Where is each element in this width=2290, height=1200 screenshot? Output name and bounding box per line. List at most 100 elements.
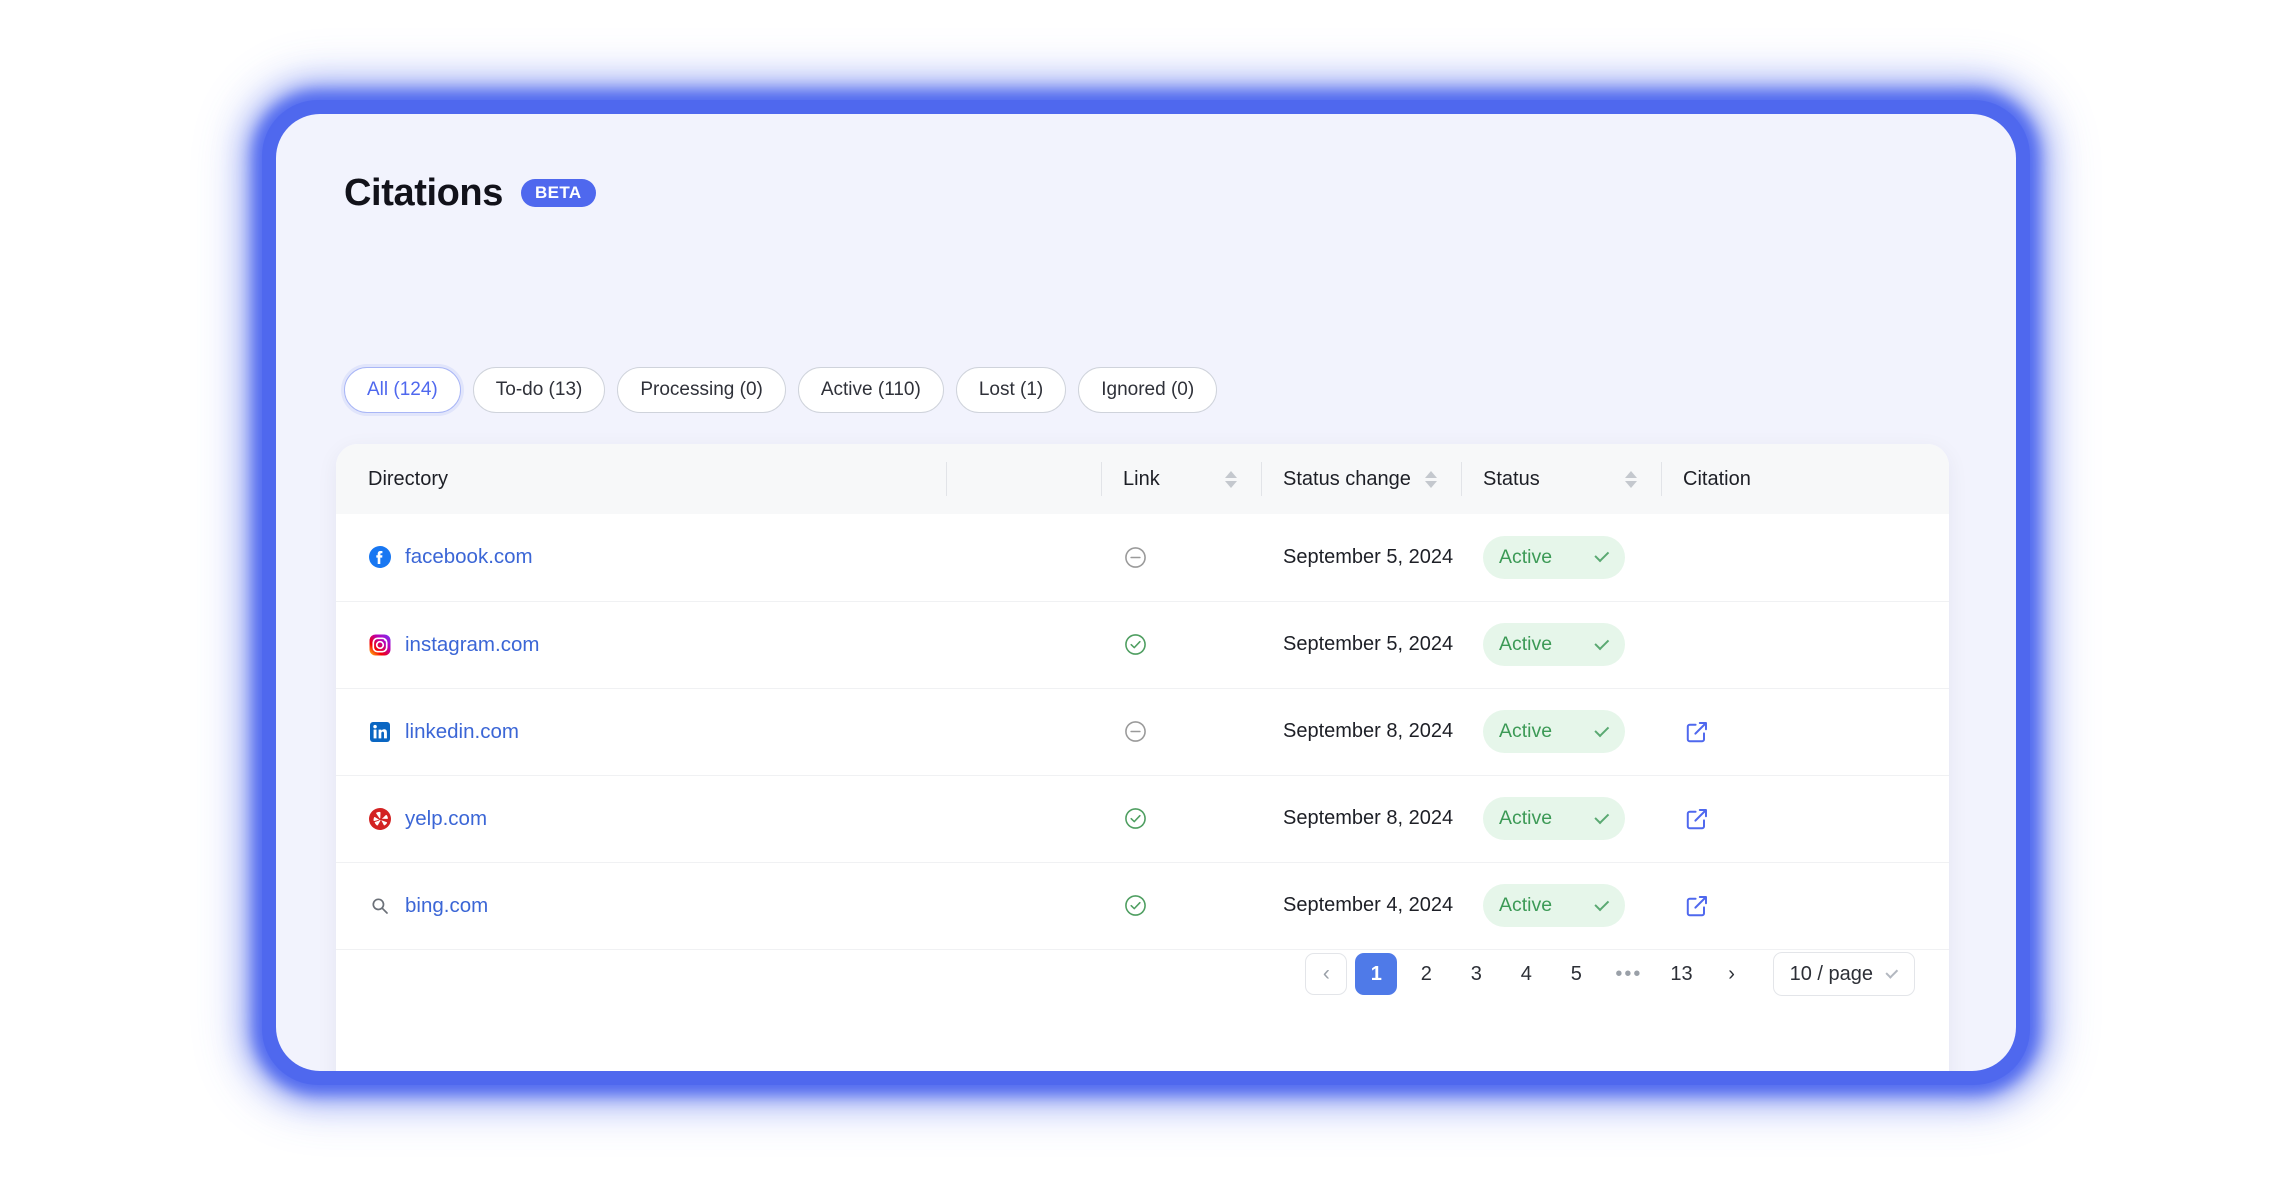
- column-header-citation: Citation: [1661, 444, 1949, 514]
- status-label: Active: [1499, 545, 1553, 568]
- directory-link[interactable]: yelp.com: [405, 807, 487, 831]
- external-link-icon[interactable]: [1683, 892, 1711, 920]
- beta-badge: BETA: [520, 179, 596, 207]
- directory-link[interactable]: instagram.com: [405, 633, 539, 657]
- column-label-link: Link: [1123, 467, 1160, 490]
- cell-citation: [1661, 514, 1949, 601]
- page-header: Citations BETA: [344, 174, 596, 212]
- pagination: ‹ 1 2 3 4 5 ••• 13 › 10 / page: [1305, 952, 1915, 996]
- cell-citation: [1661, 688, 1949, 775]
- cell-directory: instagram.com: [336, 601, 946, 688]
- cell-status-change: September 8, 2024: [1261, 775, 1461, 862]
- cell-spacer: [946, 514, 1101, 601]
- filter-chip-all[interactable]: All (124): [344, 367, 461, 413]
- pagination-page-4[interactable]: 4: [1505, 953, 1547, 995]
- column-label-citation: Citation: [1683, 467, 1751, 490]
- cell-status: Active: [1461, 688, 1661, 775]
- column-header-spacer: [946, 444, 1101, 514]
- cell-link-status: [1101, 862, 1261, 949]
- check-circle-icon: [1125, 808, 1146, 829]
- status-select[interactable]: Active: [1483, 797, 1625, 840]
- cell-link-status: [1101, 688, 1261, 775]
- column-label-directory: Directory: [368, 467, 449, 490]
- filter-chip-lost[interactable]: Lost (1): [955, 367, 1067, 413]
- table-header-row: Directory Link Status change Status Cita…: [336, 444, 1949, 514]
- column-header-status-change[interactable]: Status change: [1261, 444, 1461, 514]
- external-link-icon[interactable]: [1683, 718, 1711, 746]
- chevron-down-icon: [1594, 547, 1610, 563]
- filter-chip-processing[interactable]: Processing (0): [617, 367, 786, 413]
- cell-directory: facebook.com: [336, 514, 946, 601]
- pagination-page-1[interactable]: 1: [1355, 953, 1398, 995]
- page-title: Citations: [344, 172, 503, 214]
- linkedin-icon: [370, 721, 390, 742]
- citations-table-card: Directory Link Status change Status Cita…: [336, 444, 1949, 1071]
- status-select[interactable]: Active: [1483, 884, 1625, 927]
- cell-directory: yelp.com: [336, 775, 946, 862]
- cell-spacer: [946, 775, 1101, 862]
- cell-status-change: September 5, 2024: [1261, 601, 1461, 688]
- status-label: Active: [1499, 633, 1553, 655]
- chevron-down-icon: [1594, 634, 1610, 650]
- citations-panel: Citations BETA All (124) To-do (13) Proc…: [276, 114, 2016, 1071]
- column-header-directory: Directory: [336, 444, 946, 514]
- status-select[interactable]: Active: [1483, 710, 1625, 753]
- citations-table: Directory Link Status change Status Cita…: [336, 444, 1949, 950]
- page-size-label: 10 / page: [1789, 962, 1873, 985]
- filter-chip-ignored[interactable]: Ignored (0): [1078, 367, 1218, 413]
- cell-link-status: [1101, 601, 1261, 688]
- pagination-page-2[interactable]: 2: [1405, 953, 1447, 995]
- cell-status: Active: [1461, 514, 1661, 601]
- status-label: Active: [1499, 894, 1553, 916]
- column-header-status[interactable]: Status: [1461, 444, 1661, 514]
- pagination-page-3[interactable]: 3: [1455, 953, 1497, 995]
- status-change-text: September 5, 2024: [1283, 545, 1454, 568]
- column-label-status: Status: [1483, 467, 1540, 490]
- cell-citation: [1661, 862, 1949, 949]
- cell-status-change: September 8, 2024: [1261, 688, 1461, 775]
- cell-status: Active: [1461, 601, 1661, 688]
- filter-chip-group: All (124) To-do (13) Processing (0) Acti…: [344, 367, 1218, 413]
- screenshot-root: Citations BETA All (124) To-do (13) Proc…: [0, 0, 2290, 1200]
- cell-link-status: [1101, 775, 1261, 862]
- table-row: bing.com September 4, 2024 Active: [336, 862, 1949, 949]
- status-change-text: September 5, 2024: [1283, 633, 1454, 655]
- cell-status-change: September 4, 2024: [1261, 862, 1461, 949]
- status-label: Active: [1499, 807, 1553, 829]
- pagination-ellipsis: •••: [1615, 962, 1643, 985]
- directory-link[interactable]: facebook.com: [405, 545, 533, 569]
- check-circle-icon: [1125, 895, 1146, 916]
- status-change-text: September 8, 2024: [1283, 720, 1454, 742]
- facebook-icon: [369, 546, 391, 569]
- status-label: Active: [1499, 720, 1553, 742]
- status-select[interactable]: Active: [1483, 535, 1625, 579]
- table-row: linkedin.com September 8, 2024 Active: [336, 688, 1949, 775]
- pagination-prev-button[interactable]: ‹: [1305, 953, 1348, 995]
- cell-status: Active: [1461, 862, 1661, 949]
- sort-status-icon[interactable]: [1625, 470, 1637, 488]
- pagination-page-13[interactable]: 13: [1660, 953, 1702, 995]
- cell-spacer: [946, 862, 1101, 949]
- table-row: facebook.com September 5, 2024 Active: [336, 514, 1949, 601]
- minus-circle-icon: [1125, 546, 1146, 568]
- page-size-select[interactable]: 10 / page: [1772, 952, 1915, 996]
- cell-citation: [1661, 775, 1949, 862]
- sort-status-change-icon[interactable]: [1425, 470, 1437, 488]
- table-head: Directory Link Status change Status Cita…: [336, 444, 1949, 514]
- pagination-page-5[interactable]: 5: [1555, 953, 1597, 995]
- cell-citation: [1661, 601, 1949, 688]
- directory-link[interactable]: bing.com: [405, 894, 488, 918]
- filter-chip-todo[interactable]: To-do (13): [472, 367, 606, 413]
- check-circle-icon: [1125, 634, 1146, 655]
- sort-link-icon[interactable]: [1225, 470, 1237, 488]
- table-row: instagram.com September 5, 2024 Active: [336, 601, 1949, 688]
- column-header-link[interactable]: Link: [1101, 444, 1261, 514]
- cell-link-status: [1101, 514, 1261, 601]
- column-label-status-change: Status change: [1283, 467, 1411, 490]
- external-link-icon[interactable]: [1683, 805, 1711, 833]
- filter-chip-active[interactable]: Active (110): [797, 367, 944, 413]
- pagination-next-button[interactable]: ›: [1711, 953, 1753, 995]
- directory-link[interactable]: linkedin.com: [405, 720, 519, 744]
- status-select[interactable]: Active: [1483, 623, 1625, 666]
- cell-directory: linkedin.com: [336, 688, 946, 775]
